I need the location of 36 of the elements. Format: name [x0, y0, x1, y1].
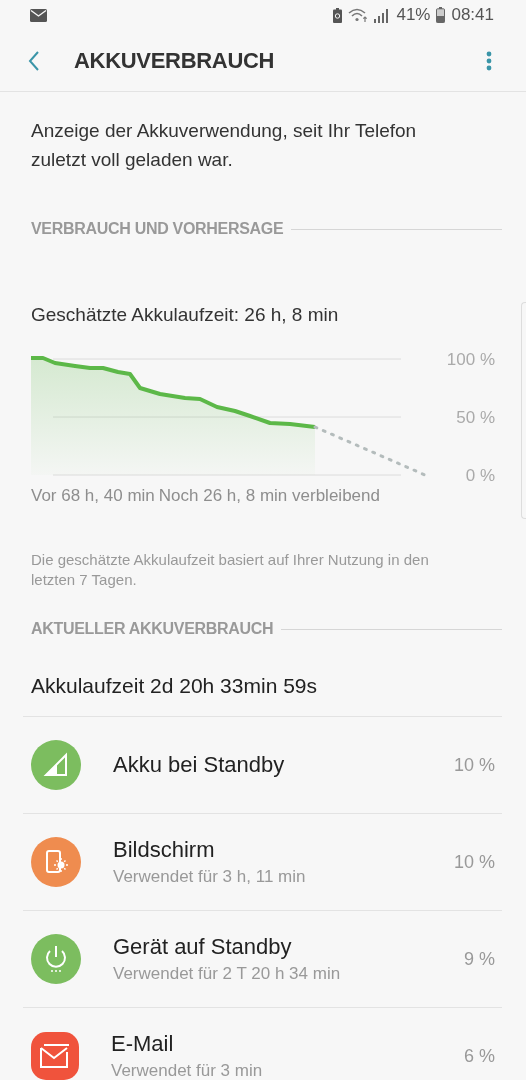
item-title: E-Mail [111, 1031, 175, 1057]
description-text: Anzeige der Akkuverwendung, seit Ihr Telefon zuletzt voll geladen war. [31, 119, 418, 172]
item-percent: 9 % [463, 948, 495, 970]
item-title: Bildschirm [113, 837, 216, 863]
mail-icon [30, 8, 47, 22]
item-percent: 6 % [463, 1045, 495, 1067]
usage-list-item[interactable]: E-Mail Verwendet für 3 min 6 % [23, 1008, 502, 1080]
clock: 08:41 [451, 5, 494, 25]
more-vertical-icon [486, 50, 492, 71]
runtime-text: Akkulaufzeit 2d 20h 33min 59s [23, 674, 502, 717]
note-text: Die geschätzte Akkulaufzeit basiert auf Ihrer Nutzung in den letzten 7 Tagen. [31, 550, 430, 590]
battery-saver-icon [333, 7, 343, 23]
axis-label: Vor 68 h, 40 min [31, 486, 155, 506]
section-heading: VERBRAUCH UND VORHERSAGE [31, 220, 284, 238]
item-detail: Verwendet für 3 h, 11 min [113, 867, 307, 887]
item-title: Akku bei Standby [113, 752, 286, 778]
item-percent: 10 % [453, 754, 495, 776]
usage-list-item[interactable]: Akku bei Standby 10 % [23, 717, 502, 814]
section-heading: AKTUELLER AKKUVERBRAUCH [31, 620, 274, 638]
usage-list-item[interactable]: Gerät auf Standby Verwendet für 2 T 20 h 34 min 9 % [23, 911, 502, 1008]
battery-percent: 41% [396, 5, 431, 25]
wifi-icon [348, 7, 369, 23]
axis-label: 100 % [446, 350, 495, 369]
item-detail: Verwendet für 2 T 20 h 34 min [113, 964, 342, 984]
estimate-text: Geschätzte Akkulaufzeit: 26 h, 8 min [31, 304, 340, 326]
item-percent: 10 % [453, 851, 495, 873]
battery-icon [436, 7, 446, 23]
axis-label: Noch 26 h, 8 min verbleibend [158, 486, 380, 506]
axis-label: 0 % [465, 466, 495, 482]
usage-list-item[interactable]: Bildschirm Verwendet für 3 h, 11 min 10 % [23, 814, 502, 911]
signal-icon [374, 7, 391, 23]
item-detail: Verwendet für 3 min [111, 1061, 264, 1080]
page-title: AKKUVERBRAUCH [74, 47, 276, 74]
chevron-left-icon [28, 50, 40, 71]
axis-label: 50 % [456, 408, 495, 427]
item-title: Gerät auf Standby [113, 934, 293, 960]
